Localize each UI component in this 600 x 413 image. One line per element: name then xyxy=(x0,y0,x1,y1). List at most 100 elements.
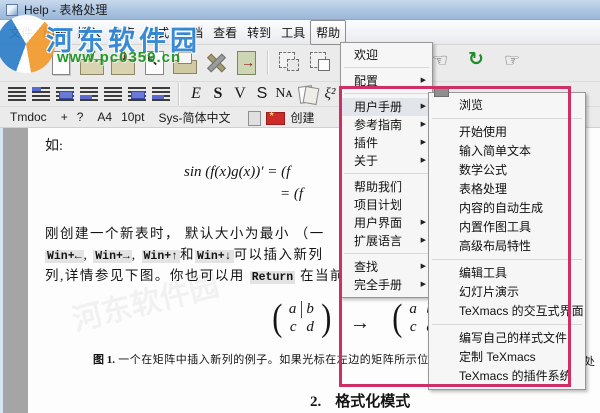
text-segment: 列,详情参见下图。你也可以用 xyxy=(45,268,250,283)
menu-item[interactable]: 表格处理 xyxy=(429,180,585,199)
small-caps-button[interactable]: S xyxy=(252,83,272,105)
menu-item[interactable]: 编写自己的样式文件 xyxy=(429,329,585,348)
menu-item[interactable]: 工具 xyxy=(276,21,310,44)
language-button[interactable]: Sys-简体中文 xyxy=(158,109,230,126)
menu-item-label: 内容的自动生成 xyxy=(459,201,544,215)
menu-item[interactable]: 焦点 xyxy=(106,21,140,44)
menu-item[interactable]: 文档 xyxy=(174,21,208,44)
menu-item[interactable]: 数学公式 xyxy=(429,161,585,180)
left-paren: ( xyxy=(272,297,283,339)
menu-item[interactable]: 项目计划 xyxy=(341,196,432,214)
paragraph-style-icon[interactable] xyxy=(6,83,28,105)
paragraph-line-2: Win+←, Win+→, Win+↑ 和 Win+↓ 可以插入新列 xyxy=(45,243,324,263)
menu-active[interactable]: 帮助 xyxy=(310,19,347,45)
menu-item[interactable]: 查找 ▶ xyxy=(341,258,432,276)
menu-item[interactable]: 文件 xyxy=(4,21,38,44)
china-flag-icon[interactable] xyxy=(266,110,286,125)
name-markup-button[interactable]: Nᴀ xyxy=(274,83,294,105)
text-segment: 可以插入新列 xyxy=(233,247,324,262)
menu-item[interactable]: 关于 ▶ xyxy=(341,152,432,170)
title-bar[interactable]: Help - 表格处理 xyxy=(0,0,600,20)
tools-icon[interactable] xyxy=(202,48,229,78)
menu-item[interactable]: 用户界面 ▶ xyxy=(341,214,432,232)
go-back-icon[interactable] xyxy=(432,48,456,76)
menu-item[interactable]: 参考指南 ▶ xyxy=(341,116,432,134)
menu-item[interactable]: 配置 ▶ xyxy=(341,72,432,90)
figure-caption-text: 一个在矩阵中插入新列的例子。如果光标在左边的矩阵所示位置 xyxy=(115,354,441,366)
menu-item-label: 用户手册 xyxy=(354,100,403,114)
menu-item[interactable]: 格式 xyxy=(140,21,174,44)
keyboard-shortcut: Win+↑ xyxy=(141,250,181,263)
save-document-icon[interactable] xyxy=(109,46,136,78)
menu-item[interactable]: 编辑 xyxy=(38,21,72,44)
font-size-button[interactable]: 10pt xyxy=(121,110,144,124)
add-style-button[interactable]: + xyxy=(61,110,68,124)
style-help-button[interactable]: ? xyxy=(77,110,84,124)
math-formula-line-1: sin (f(x)g(x))′ = (f xyxy=(184,164,291,180)
user-manual-submenu: 浏览开始使用 输入简单文本 数学公式 表格处理内容的自动生成内置作图工具 高级布局特性编… xyxy=(428,92,586,390)
menu-item[interactable]: 插入 xyxy=(72,21,106,44)
menu-item[interactable]: 完全手册 ▶ xyxy=(341,276,432,294)
menu-item[interactable]: 欢迎 xyxy=(341,46,432,64)
new-document-icon[interactable] xyxy=(47,48,74,78)
indent-icon[interactable] xyxy=(150,83,172,105)
matrix-cell: a xyxy=(285,300,302,318)
menu-separator xyxy=(432,118,582,119)
menu-item[interactable]: 高级布局特性 xyxy=(429,237,585,256)
menu-item[interactable]: 定制 TeXmacs xyxy=(429,348,585,367)
math-formula-button[interactable]: ξ² xyxy=(320,83,340,105)
submenu-arrow-icon: ▶ xyxy=(420,77,426,84)
menu-item[interactable]: 扩展语言 ▶ xyxy=(341,232,432,250)
export-document-icon[interactable] xyxy=(233,48,260,78)
copy-selection-icon[interactable] xyxy=(307,48,334,78)
menu-item-label: 帮助我们 xyxy=(354,180,403,194)
menu-item[interactable]: 幻灯片演示 xyxy=(429,283,585,302)
menu-item[interactable]: 插件 ▶ xyxy=(341,134,432,152)
document-language-icon[interactable] xyxy=(248,110,262,126)
style-button[interactable]: Tmdoc xyxy=(10,110,47,124)
title-block-icon[interactable] xyxy=(30,83,52,105)
menu-item[interactable]: TeXmacs 的交互式界面 xyxy=(429,302,585,321)
matrix-cell: a xyxy=(409,300,417,317)
menu-item[interactable]: 用户手册 ▶ xyxy=(341,98,432,116)
emphasis-button[interactable]: E xyxy=(186,83,206,105)
matrix-cell: c xyxy=(409,318,417,335)
keyboard-shortcut: Return xyxy=(249,271,296,284)
menu-item[interactable]: 查看 xyxy=(208,21,242,44)
menu-item[interactable]: 内容的自动生成 xyxy=(429,199,585,218)
text-segment: , xyxy=(83,247,94,262)
refresh-icon[interactable] xyxy=(468,48,492,76)
menu-item[interactable]: 浏览 xyxy=(429,96,585,115)
menu-item[interactable]: 内置作图工具 xyxy=(429,218,585,237)
menu-separator xyxy=(344,93,429,94)
menu-item-label: 配置 xyxy=(354,74,379,88)
centered-block-icon[interactable] xyxy=(54,83,76,105)
paragraph-line-1: 刚创建一个新表时， 默认大小为最小 （一 xyxy=(45,226,325,241)
paper-size-button[interactable]: A4 xyxy=(97,110,112,124)
menu-item[interactable]: TeXmacs 的插件系统 xyxy=(429,367,585,386)
print-document-icon[interactable] xyxy=(171,48,198,78)
paragraph-line-3: 列,详情参见下图。你也可以用 Return 在当前光标 xyxy=(45,264,375,284)
menu-item[interactable]: 编辑工具 xyxy=(429,264,585,283)
cut-selection-icon[interactable] xyxy=(276,48,303,78)
menu-separator xyxy=(344,173,429,174)
go-forward-icon[interactable] xyxy=(504,48,528,76)
import-document-icon[interactable] xyxy=(140,48,167,78)
menu-bar: 文件 编辑 插入 焦点 格式 文档 查看 转到 工具 帮助 xyxy=(0,19,600,45)
strong-button[interactable]: S xyxy=(208,83,228,105)
table-block-icon[interactable] xyxy=(126,83,148,105)
verbatim-button[interactable]: V xyxy=(230,83,250,105)
open-document-icon[interactable] xyxy=(78,46,105,78)
menu-item[interactable]: 输入简单文本 xyxy=(429,142,585,161)
menu-separator xyxy=(344,253,429,254)
maps-to-arrow: → xyxy=(350,312,370,334)
keyboard-shortcut: Win+← xyxy=(45,250,84,263)
submenu-arrow-icon: ▶ xyxy=(420,139,426,146)
create-button[interactable]: 创建 xyxy=(290,109,314,126)
quote-block-icon[interactable] xyxy=(78,83,100,105)
menu-item[interactable]: 开始使用 xyxy=(429,123,585,142)
style-sheets-icon[interactable] xyxy=(296,83,318,105)
menu-item[interactable]: 转到 xyxy=(242,21,276,44)
menu-item[interactable]: 帮助我们 xyxy=(341,178,432,196)
itemize-icon[interactable] xyxy=(102,83,124,105)
